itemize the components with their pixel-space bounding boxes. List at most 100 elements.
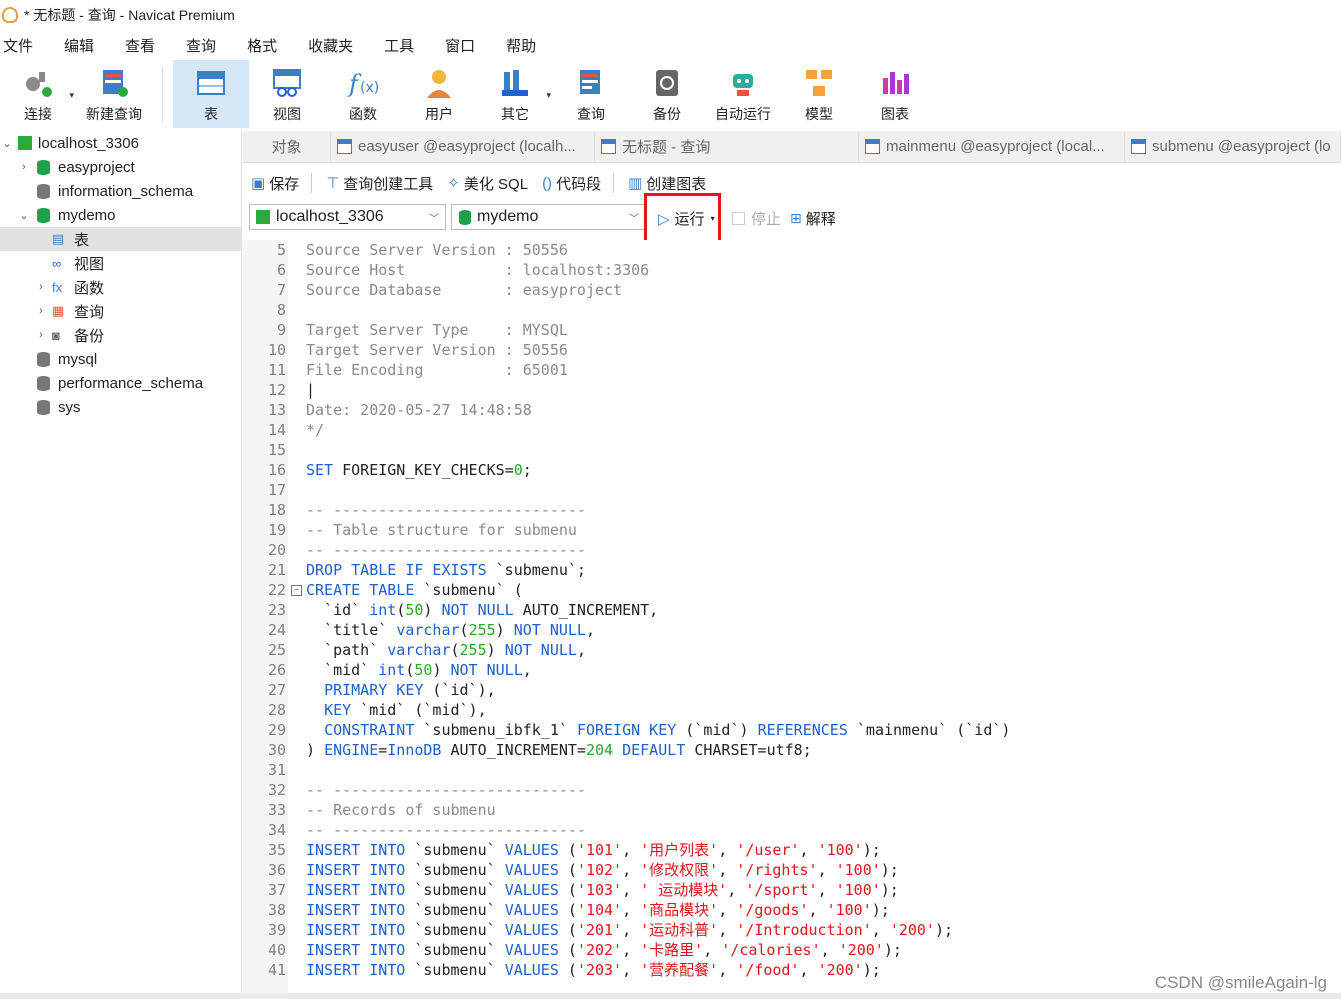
code-text: `mid` int(50) NOT NULL, — [306, 660, 532, 680]
menu-item[interactable]: 工具 — [381, 35, 432, 56]
code-line: 7 Source Database : easyproject — [243, 280, 1341, 300]
line-number: 28 — [267, 701, 286, 719]
menu-item[interactable]: 编辑 — [61, 35, 112, 56]
line-number: 8 — [276, 301, 286, 319]
expand-right-icon[interactable]: › — [34, 281, 48, 293]
tree-item[interactable]: information_schema — [17, 179, 193, 203]
explain-button[interactable]: ⊞ 解释 — [790, 208, 836, 229]
code-token: '运动科普' — [640, 921, 719, 939]
navicat-logo-icon — [2, 7, 18, 23]
tree-item[interactable]: ▤ 表 — [0, 227, 241, 251]
toolbar-button-new-query[interactable]: 新建查询 — [76, 60, 152, 128]
code-token: '202' — [576, 941, 623, 959]
toolbar-label: 用户 — [425, 106, 453, 122]
line-number: 17 — [267, 481, 286, 499]
code-text: DROP TABLE IF EXISTS `submenu`; — [306, 560, 586, 580]
menu-item[interactable]: 收藏夹 — [305, 35, 371, 56]
toolbar-button-function[interactable]: f (x) 函数 — [325, 60, 401, 128]
beautify-sql-button[interactable]: ✧ 美化 SQL — [447, 173, 528, 194]
fold-toggle-icon[interactable]: − — [291, 585, 302, 596]
code-token: DEFAULT — [622, 741, 686, 759]
code-token: File Encoding : 65001 — [306, 361, 568, 379]
toolbar-button-table[interactable]: 表 — [173, 60, 249, 128]
code-token: INSERT INTO — [306, 881, 406, 899]
database-icon — [37, 399, 50, 415]
code-line: 36 INSERT INTO `submenu` VALUES ('102', '… — [243, 860, 1341, 880]
tree-item[interactable]: performance_schema — [17, 371, 203, 395]
toolbar-label: 视图 — [273, 106, 301, 122]
tree-item[interactable]: mysql — [17, 347, 97, 371]
tree-item[interactable]: ∞ 视图 — [34, 251, 104, 275]
code-line: 35 INSERT INTO `submenu` VALUES ('101', '… — [243, 840, 1341, 860]
toolbar-button-robot[interactable]: 自动运行 — [705, 60, 781, 128]
snippet-button[interactable]: () 代码段 — [542, 173, 601, 194]
menu-item[interactable]: 帮助 — [503, 35, 554, 56]
tree-item[interactable]: › ▦ 查询 — [34, 299, 104, 323]
line-number: 9 — [276, 321, 286, 339]
tree-item[interactable]: ⌄ localhost_3306 — [0, 131, 139, 155]
expand-right-icon[interactable]: › — [17, 161, 31, 173]
expand-down-icon[interactable]: ⌄ — [17, 209, 31, 222]
menu-item[interactable]: 查询 — [183, 35, 234, 56]
toolbar-button-user[interactable]: 用户 — [401, 60, 477, 128]
code-line: 31 — [243, 760, 1341, 780]
menu-item[interactable]: 格式 — [244, 35, 295, 56]
code-token: , — [817, 861, 836, 879]
toolbar-button-model[interactable]: 模型 — [781, 60, 857, 128]
toolbar-button-view[interactable]: 视图 — [249, 60, 325, 128]
toolbar-button-query[interactable]: 查询 — [553, 60, 629, 128]
tree-item[interactable]: ⌄ mydemo — [17, 203, 115, 227]
code-text: INSERT INTO `submenu` VALUES ('103', ' 运… — [306, 880, 899, 900]
code-token: '卡路里' — [640, 941, 704, 959]
tree-item[interactable]: › fx 函数 — [34, 275, 104, 299]
code-token: '100' — [835, 861, 881, 879]
sql-editor[interactable]: 5 Source Server Version : 50556 6 Source Ho… — [243, 240, 1341, 995]
menu-item[interactable]: 查看 — [122, 35, 173, 56]
code-token: AUTO_INCREMENT, — [513, 601, 659, 619]
menu-item[interactable]: 窗口 — [442, 35, 493, 56]
query-builder-button[interactable]: ⊤ 查询创建工具 — [326, 173, 433, 194]
tab[interactable]: easyuser @easyproject (localh... — [331, 131, 595, 162]
line-number: 39 — [267, 921, 286, 939]
connection-select[interactable]: localhost_3306 ﹀ — [249, 204, 446, 230]
tab-label: mainmenu @easyproject (local... — [886, 138, 1105, 155]
code-token: , — [718, 901, 737, 919]
tree-item-label: 函数 — [74, 279, 105, 297]
database-select[interactable]: mydemo ﹀ — [451, 204, 646, 230]
expand-right-icon[interactable]: › — [34, 305, 48, 317]
save-button[interactable]: ▣ 保存 — [251, 173, 299, 194]
toolbar-button-connect[interactable]: 连接 ▾ — [0, 60, 76, 128]
code-token: ); — [883, 941, 902, 959]
tab[interactable]: mainmenu @easyproject (local... — [859, 131, 1125, 162]
tree-item[interactable]: › ◙ 备份 — [34, 323, 104, 347]
toolbar-button-backup[interactable]: 备份 — [629, 60, 705, 128]
tree-item[interactable]: sys — [17, 395, 81, 419]
code-text: `title` varchar(255) NOT NULL, — [306, 620, 595, 640]
expand-down-icon[interactable]: ⌄ — [0, 137, 14, 150]
create-chart-button[interactable]: ▥ 创建图表 — [628, 173, 706, 194]
stop-button[interactable]: 停止 — [732, 208, 781, 229]
code-line: 17 — [243, 480, 1341, 500]
code-token: '/Introduction' — [736, 921, 872, 939]
code-token: 255 — [468, 621, 496, 639]
code-token: `mainmenu` (`id`) — [847, 721, 1011, 739]
code-token: `mid` (`mid`), — [351, 701, 487, 719]
toolbar-button-chart[interactable]: 图表 — [857, 60, 933, 128]
dropdown-arrow-icon[interactable]: ▾ — [69, 90, 74, 101]
code-text: */ — [306, 420, 324, 440]
tab[interactable]: 无标题 - 查询 — [595, 131, 859, 162]
code-line: 33 -- Records of submenu — [243, 800, 1341, 820]
dropdown-arrow-icon[interactable]: ▾ — [546, 90, 551, 101]
tab[interactable]: 对象 — [243, 131, 331, 162]
code-token: , — [799, 961, 818, 979]
line-number: 30 — [267, 741, 286, 759]
toolbar-label: 查询 — [577, 106, 605, 122]
tree-item[interactable]: › easyproject — [17, 155, 135, 179]
toolbar-button-other[interactable]: 其它 ▾ — [477, 60, 553, 128]
toolbar-label: 模型 — [805, 106, 833, 122]
menu-item[interactable]: 文件 — [0, 35, 51, 56]
tab[interactable]: submenu @easyproject (lo — [1125, 131, 1341, 162]
expand-right-icon[interactable]: › — [34, 329, 48, 341]
code-token: `submenu` — [405, 901, 505, 919]
